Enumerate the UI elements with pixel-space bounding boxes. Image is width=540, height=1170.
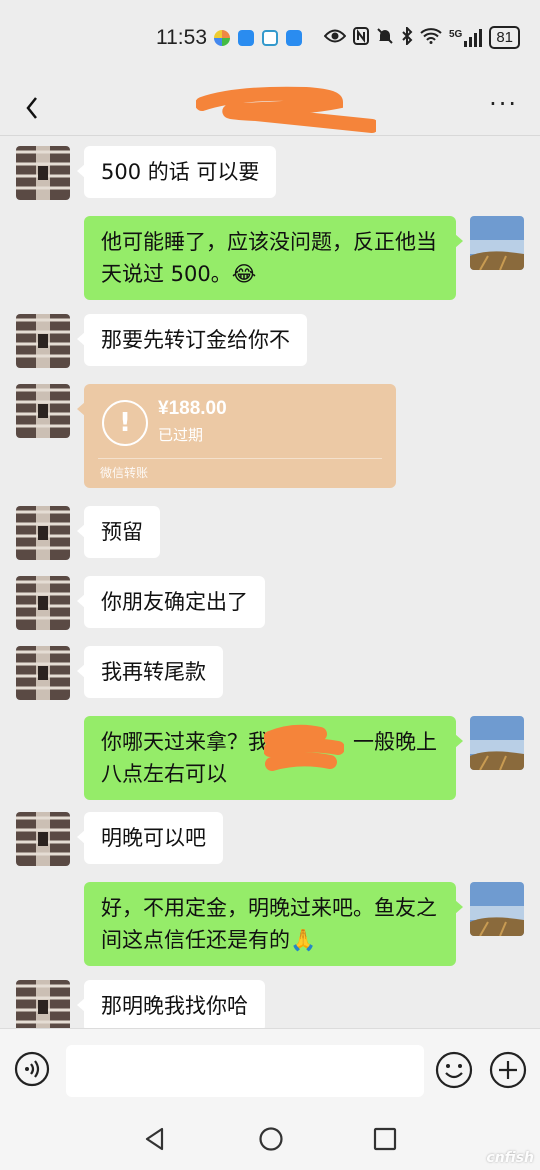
message-text: 我再转尾款	[101, 660, 206, 684]
message-bubble[interactable]: 我再转尾款	[77, 646, 223, 698]
wifi-icon	[420, 27, 442, 48]
more-button[interactable]: ···	[489, 90, 518, 118]
voice-icon	[14, 1051, 50, 1087]
circle-home-icon	[259, 1127, 283, 1151]
message-bubble[interactable]: 那明晚我找你哈	[77, 980, 265, 1028]
my-avatar[interactable]	[470, 716, 524, 770]
nav-back-button[interactable]	[142, 1126, 168, 1152]
triangle-back-icon	[145, 1127, 164, 1151]
contact-avatar[interactable]	[16, 576, 70, 630]
message-text: 明晚可以吧	[101, 826, 206, 850]
message-text: 500 的话 可以要	[101, 160, 260, 184]
message-bubble[interactable]: 他可能睡了，应该没问题，反正他当天说过 500。😂	[84, 216, 463, 300]
app-notification-icon	[286, 30, 302, 46]
message-text: 好，不用定金，明晚过来吧。鱼友之间这点信任还是有的🙏	[101, 896, 437, 952]
message-bubble[interactable]: 500 的话 可以要	[77, 146, 277, 198]
message-text: 预留	[101, 520, 143, 544]
chevron-left-icon	[26, 97, 37, 119]
contact-avatar[interactable]	[16, 314, 70, 368]
my-avatar[interactable]	[470, 882, 524, 936]
eye-icon	[323, 28, 347, 48]
contact-avatar[interactable]	[16, 646, 70, 700]
redaction-scribble	[264, 724, 344, 771]
contact-avatar[interactable]	[16, 506, 70, 560]
message-list[interactable]: 500 的话 可以要 他可能睡了，应该没问题，反正他当天说过 500。😂 那要先…	[0, 136, 540, 1028]
transfer-label: 微信转账	[100, 466, 149, 480]
plus-icon	[489, 1051, 527, 1089]
contact-avatar[interactable]	[16, 812, 70, 866]
message-bubble[interactable]: 你哪天过来拿？我 ，一般晚上八点左右可以	[84, 716, 463, 800]
message-text: 那明晚我找你哈	[101, 994, 248, 1018]
network-type: 5G	[448, 28, 463, 40]
status-icons: 5G 81	[323, 25, 520, 49]
mute-icon	[376, 27, 394, 49]
emoji-button[interactable]	[435, 1051, 473, 1089]
message-bubble[interactable]: 预留	[77, 506, 160, 558]
nfc-icon	[352, 26, 369, 49]
contact-avatar[interactable]	[16, 980, 70, 1028]
message-text: 他可能睡了，应该没问题，反正他当天说过 500。😂	[101, 230, 437, 286]
redaction-scribble	[196, 86, 376, 133]
title-bar: + ···	[0, 80, 540, 135]
my-avatar[interactable]	[470, 216, 524, 270]
message-bubble[interactable]: 你朋友确定出了	[77, 576, 265, 628]
system-nav-bar: cnfish	[0, 1110, 540, 1170]
message-bubble[interactable]: 那要先转订金给你不	[77, 314, 307, 366]
transfer-divider	[98, 458, 382, 459]
watermark: cnfish	[486, 1150, 534, 1166]
signal-icon: 5G	[448, 28, 483, 47]
message-text: 你朋友确定出了	[101, 590, 248, 614]
square-recents-icon	[373, 1127, 397, 1151]
message-text: 那要先转订金给你不	[101, 328, 290, 352]
message-input[interactable]	[66, 1045, 424, 1097]
message-bubble[interactable]: 明晚可以吧	[77, 812, 223, 864]
back-button[interactable]	[18, 86, 48, 126]
more-functions-button[interactable]	[489, 1051, 527, 1089]
nav-home-button[interactable]	[258, 1126, 284, 1152]
transfer-status: 已过期	[158, 426, 204, 444]
bluetooth-icon	[401, 25, 413, 49]
nav-recents-button[interactable]	[372, 1126, 398, 1152]
exclamation-icon: !	[102, 400, 148, 446]
status-time: 11:53	[156, 26, 207, 49]
contact-avatar[interactable]	[16, 146, 70, 200]
app-notification-icon	[262, 30, 278, 46]
voice-button[interactable]	[14, 1051, 50, 1087]
chat-screen: 11:53 5G 81 + ··· 500 的话 可以要 他可能睡了，应该没问题…	[0, 0, 540, 1170]
message-bubble[interactable]: 好，不用定金，明晚过来吧。鱼友之间这点信任还是有的🙏	[84, 882, 463, 966]
input-bar	[0, 1028, 540, 1111]
smiley-icon	[435, 1051, 473, 1089]
transfer-card[interactable]: ! ¥188.00 已过期 微信转账	[77, 384, 396, 488]
status-bar: 11:53 5G 81	[0, 0, 540, 80]
app-notification-icon	[238, 30, 254, 46]
contact-avatar[interactable]	[16, 384, 70, 438]
transfer-amount: ¥188.00	[158, 398, 227, 419]
battery-indicator: 81	[489, 26, 520, 49]
app-notification-icon	[214, 30, 230, 46]
